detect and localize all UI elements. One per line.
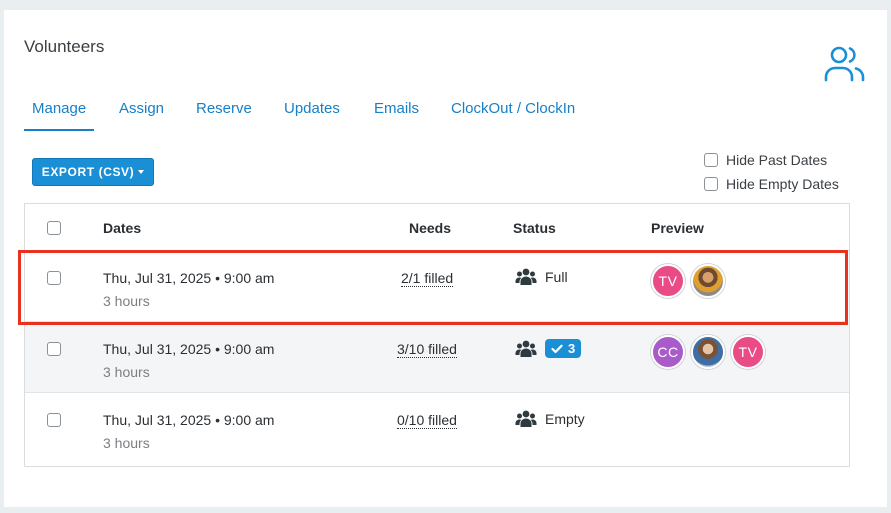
row-status: 3	[515, 339, 582, 358]
group-icon	[515, 340, 537, 357]
status-label: Empty	[545, 411, 585, 427]
row-needs-link[interactable]: 3/10 filled	[397, 341, 457, 358]
row-date: Thu, Jul 31, 2025 • 9:00 am	[103, 341, 275, 357]
table-row[interactable]: Thu, Jul 31, 2025 • 9:00 am 3 hours 0/10…	[25, 393, 849, 464]
tab-emails[interactable]: Emails	[366, 98, 427, 129]
group-icon	[515, 268, 537, 285]
status-label: Full	[545, 269, 568, 285]
row-needs-link[interactable]: 2/1 filled	[401, 270, 454, 287]
row-checkbox[interactable]	[47, 271, 61, 285]
group-icon	[515, 410, 537, 427]
users-icon[interactable]	[823, 44, 867, 84]
volunteers-card: Volunteers Manage Assign Reserve Updates…	[4, 10, 887, 507]
column-header-status[interactable]: Status	[513, 220, 556, 236]
hide-empty-dates-checkbox[interactable]	[704, 177, 718, 191]
hide-past-dates-label: Hide Past Dates	[726, 152, 828, 168]
export-csv-button[interactable]: EXPORT (CSV)	[32, 158, 154, 186]
tab-reserve[interactable]: Reserve	[188, 98, 260, 129]
tab-manage[interactable]: Manage	[24, 98, 95, 131]
table-row[interactable]: Thu, Jul 31, 2025 • 9:00 am 3 hours 2/1 …	[25, 251, 849, 322]
table-header: Dates Needs Status Preview	[25, 204, 849, 251]
column-header-needs[interactable]: Needs	[409, 220, 451, 236]
hide-empty-dates-filter[interactable]: Hide Empty Dates	[704, 176, 839, 192]
dates-table: Dates Needs Status Preview Thu, Jul 31, …	[24, 203, 850, 467]
hide-past-dates-filter[interactable]: Hide Past Dates	[704, 152, 827, 168]
caret-down-icon	[138, 170, 145, 174]
row-checkbox[interactable]	[47, 413, 61, 427]
row-status: Full	[515, 268, 568, 286]
tab-clockout-clockin[interactable]: ClockOut / ClockIn	[443, 98, 583, 129]
export-csv-label: EXPORT (CSV)	[41, 165, 135, 179]
column-header-preview: Preview	[651, 220, 704, 236]
avatar-photo[interactable]	[691, 264, 725, 298]
preview-avatars: CC TV	[651, 335, 765, 369]
badge-count: 3	[568, 341, 576, 356]
avatar[interactable]: TV	[731, 335, 765, 369]
row-status: Empty	[515, 410, 585, 428]
row-duration: 3 hours	[103, 435, 150, 451]
preview-avatars: TV	[651, 264, 725, 298]
select-all-checkbox[interactable]	[47, 221, 61, 235]
avatar[interactable]: CC	[651, 335, 685, 369]
check-icon	[551, 344, 563, 353]
row-checkbox[interactable]	[47, 342, 61, 356]
hide-empty-dates-label: Hide Empty Dates	[726, 176, 839, 192]
checked-in-badge[interactable]: 3	[545, 339, 582, 358]
row-duration: 3 hours	[103, 293, 150, 309]
table-row[interactable]: Thu, Jul 31, 2025 • 9:00 am 3 hours 3/10…	[25, 322, 849, 393]
avatar[interactable]: TV	[651, 264, 685, 298]
avatar-photo[interactable]	[691, 335, 725, 369]
hide-past-dates-checkbox[interactable]	[704, 153, 718, 167]
row-duration: 3 hours	[103, 364, 150, 380]
tab-updates[interactable]: Updates	[276, 98, 348, 129]
page-title: Volunteers	[24, 37, 105, 56]
row-date: Thu, Jul 31, 2025 • 9:00 am	[103, 412, 275, 428]
row-needs-link[interactable]: 0/10 filled	[397, 412, 457, 429]
column-header-dates[interactable]: Dates	[103, 220, 141, 236]
row-date: Thu, Jul 31, 2025 • 9:00 am	[103, 270, 275, 286]
tab-assign[interactable]: Assign	[111, 98, 172, 129]
